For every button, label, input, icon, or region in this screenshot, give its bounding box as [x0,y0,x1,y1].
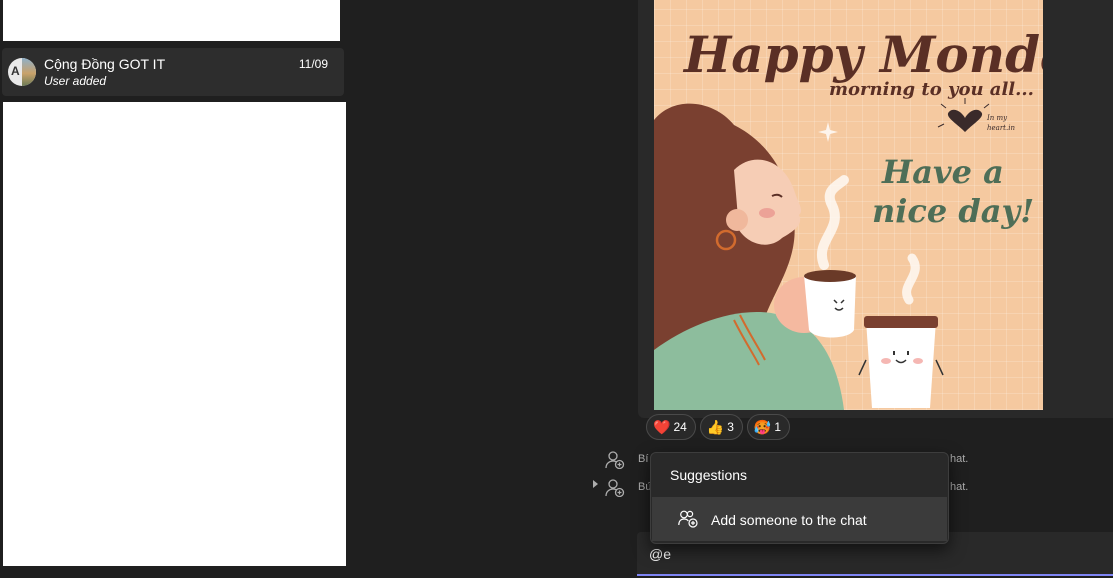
poster-tagline-2: nice day! [872,192,1034,230]
poster-tagline-1: Have a [881,153,1004,191]
heart-caption-2: heart.in [987,124,1015,132]
mention-suggestions-popup: Suggestions Add someone to the chat [650,452,949,544]
system-message-text-end: hat. [950,453,969,465]
search-area-blank [3,0,340,41]
thumbs-up-icon: 👍 [706,419,725,435]
chat-list-pane: A Cộng Đồng GOT IT 11/09 User added [0,0,348,578]
add-someone-label: Add someone to the chat [711,512,867,528]
heart-icon: ❤️ [653,419,671,435]
compose-input-text[interactable]: @e [649,546,671,562]
person-add-icon [605,479,625,497]
chat-date: 11/09 [298,57,328,71]
poster-title: Happy Monday [682,25,1043,84]
heart-logo: In my heart.in [937,98,1015,132]
blank-panel [3,102,346,566]
add-someone-to-chat-option[interactable]: Add someone to the chat [652,497,947,541]
reaction-heart[interactable]: ❤️ 24 [646,414,696,440]
avatar: A [8,58,36,86]
poster-illustration: Happy Monday morning to you all... In my… [654,25,1043,410]
chat-list-item[interactable]: A Cộng Đồng GOT IT 11/09 User added [2,48,344,96]
reaction-hot-face[interactable]: 🥵 1 [746,414,791,440]
reaction-thumbs-up[interactable]: 👍 3 [699,414,743,440]
people-add-icon [678,510,698,528]
avatar-letter: A [11,64,20,78]
avatar-image [22,58,36,86]
reaction-count: 1 [774,420,782,434]
reactions-bar: ❤️ 24 👍 3 🥵 1 [646,414,791,440]
heart-caption-1: In my [986,114,1008,122]
system-message: Bứ hat. [605,479,968,497]
chat-name: Cộng Đồng GOT IT [44,56,166,72]
message-image[interactable]: Happy Monday morning to you all... In my… [654,0,1043,410]
reaction-count: 24 [673,420,687,434]
hot-face-icon: 🥵 [753,419,772,435]
system-message-text: Bí [638,453,649,465]
poster-subtitle: morning to you all... [829,79,1034,100]
system-message: Bí hat. [605,451,968,469]
person-add-icon [605,451,625,469]
expand-arrow-icon[interactable] [593,480,598,488]
chat-preview: User added [44,74,107,88]
reaction-count: 3 [727,420,734,434]
suggestions-title: Suggestions [670,467,748,483]
system-message-text-end: hat. [950,481,969,493]
